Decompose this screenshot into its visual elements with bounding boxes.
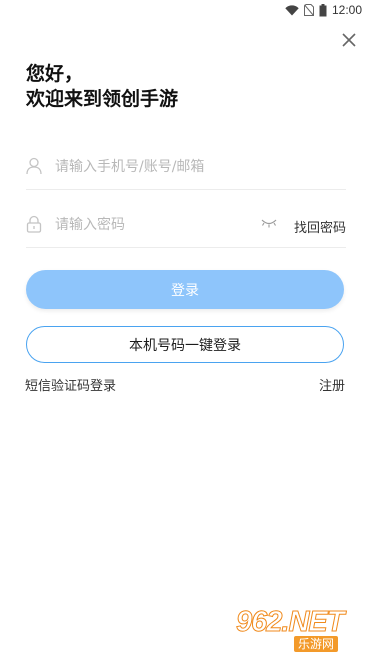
wifi-icon <box>285 4 299 15</box>
user-icon <box>26 157 42 175</box>
status-bar: 12:00 <box>0 0 370 20</box>
close-button[interactable] <box>338 29 360 51</box>
register-link[interactable]: 注册 <box>319 375 345 394</box>
greeting-line-2: 欢迎来到领创手游 <box>26 88 179 110</box>
watermark-logo-text: 962.NET <box>235 606 344 639</box>
no-sim-icon <box>303 4 314 16</box>
status-icons: 12:00 <box>285 3 362 17</box>
sms-login-link[interactable]: 短信验证码登录 <box>25 375 116 394</box>
welcome-heading: 您好， 欢迎来到领创手游 <box>26 62 178 112</box>
watermark-site-name: 乐游网 <box>294 636 339 652</box>
login-button[interactable]: 登录 <box>26 270 344 309</box>
close-icon <box>342 33 356 47</box>
account-field <box>26 145 346 190</box>
lock-icon <box>26 215 42 233</box>
password-field: 找回密码 <box>26 203 346 248</box>
greeting-line-1: 您好， <box>26 63 84 85</box>
forgot-password-link[interactable]: 找回密码 <box>294 217 346 236</box>
status-time: 12:00 <box>331 3 362 17</box>
password-input[interactable] <box>53 211 267 239</box>
site-watermark: 962.NET 乐游网 <box>232 606 364 654</box>
battery-icon <box>319 3 327 16</box>
account-input[interactable] <box>53 153 267 181</box>
one-click-login-button[interactable]: 本机号码一键登录 <box>26 326 344 363</box>
eye-closed-icon[interactable] <box>261 218 277 228</box>
